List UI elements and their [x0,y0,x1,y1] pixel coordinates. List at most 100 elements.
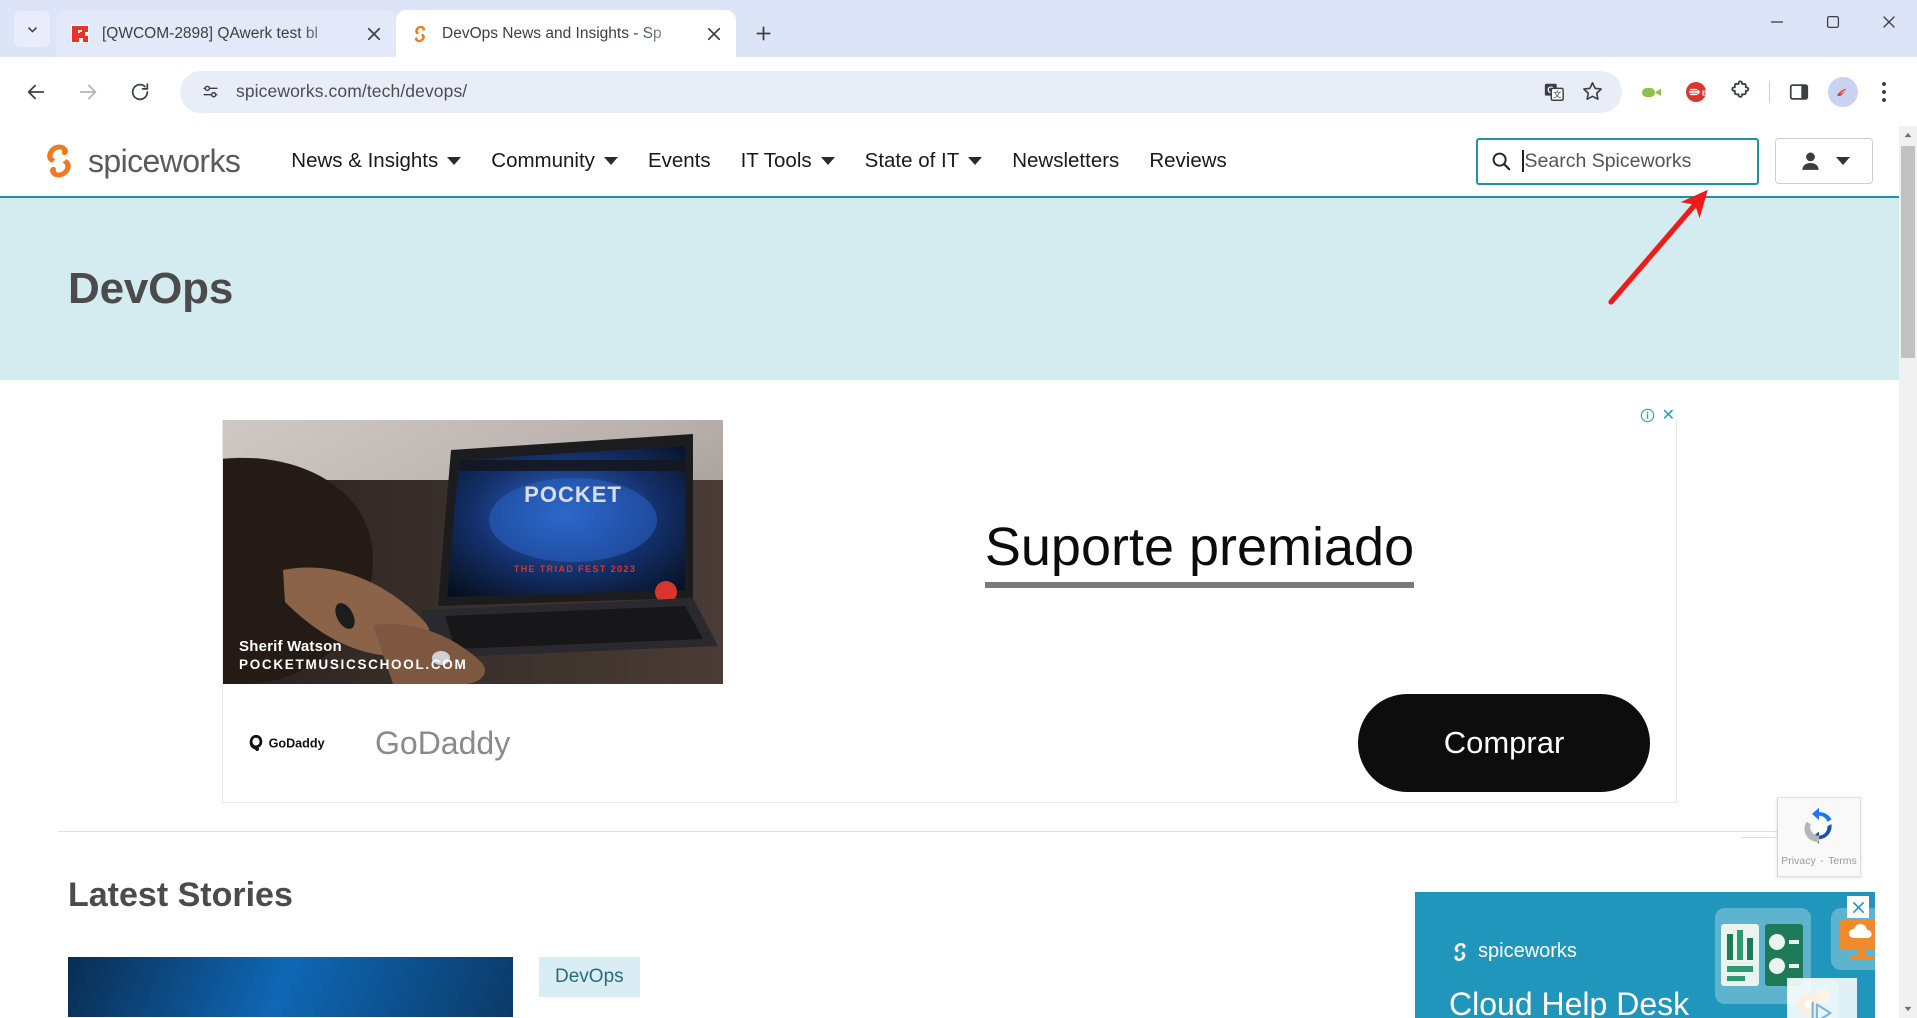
svg-text:POCKET: POCKET [524,482,622,507]
caret-up-icon [1904,132,1912,138]
sidebar-ad-close-button[interactable] [1847,896,1869,918]
forward-button[interactable] [66,70,110,114]
ad-credit-name: Sherif Watson [239,638,342,655]
nav-item-events[interactable]: Events [633,149,726,173]
browser-tab-1[interactable]: [QWCOM-2898] QAwerk test bl [56,10,396,57]
nav-item-newsletters[interactable]: Newsletters [997,149,1134,173]
nav-label: Newsletters [1012,149,1120,172]
ad-brand-row: GoDaddy GoDaddy [247,725,1358,762]
side-panel-icon [1789,83,1809,100]
sidebar-ad-logo: spiceworks [1449,940,1577,963]
bookmark-star-icon[interactable] [1576,76,1608,108]
side-panel-button[interactable] [1777,70,1821,114]
svg-text:GoDaddy: GoDaddy [269,737,325,751]
back-button[interactable] [14,70,58,114]
scroll-up-button[interactable] [1899,126,1917,144]
ad-body: POCKET THE TRIAD FEST 2023 Sherif Watson… [222,420,1677,803]
recaptcha-badge: Privacy - Terms [1777,797,1861,877]
new-tab-button[interactable] [746,16,780,50]
svg-text:THE TRIAD FEST 2023: THE TRIAD FEST 2023 [514,564,637,574]
nav-item-reviews[interactable]: Reviews [1134,149,1241,173]
loom-extension-button[interactable] [1630,70,1674,114]
ad-card[interactable]: ✕ POCKET THE TRIAD FEST 2023 Sherif Wats… [222,406,1677,803]
ad-top-row: POCKET THE TRIAD FEST 2023 Sherif Watson… [223,420,1676,684]
scrollbar-thumb[interactable] [1901,146,1915,358]
nav-label: IT Tools [740,149,812,172]
menu-dot [1882,81,1886,86]
sidebar-ad-play-button[interactable] [1787,978,1857,1018]
ad-image: POCKET THE TRIAD FEST 2023 Sherif Watson… [223,420,723,684]
window-minimize-button[interactable] [1749,0,1805,44]
search-input[interactable]: Search Spiceworks [1476,137,1759,185]
svg-text:文: 文 [1553,89,1561,99]
tab-strip: [QWCOM-2898] QAwerk test bl DevOps News … [0,0,1917,57]
story-thumbnail[interactable] [68,957,513,1017]
spiceworks-logo[interactable]: spiceworks [38,140,241,182]
chevron-down-icon [603,157,618,165]
ad-close-button[interactable]: ✕ [1662,407,1675,423]
ad-headline[interactable]: Suporte premiado [984,516,1415,588]
tab-search-button[interactable] [14,11,50,47]
recaptcha-leader-line [1741,837,1777,838]
page-scrollbar[interactable] [1899,126,1917,1018]
arrow-left-icon [27,84,45,99]
menu-dot [1882,89,1886,94]
adchoices-controls: ✕ [1640,407,1675,423]
chevron-down-icon [447,157,462,165]
close-icon [707,27,721,40]
nav-label: Community [491,149,595,172]
user-icon [1802,152,1819,170]
tab-close-button[interactable] [360,20,388,48]
site-header: spiceworks News & Insights Community Eve… [0,126,1899,198]
godaddy-logo-icon: GoDaddy [247,731,355,755]
ad-text-area: Suporte premiado [723,420,1676,684]
ad-info-icon[interactable] [1640,408,1655,423]
ad-bottom-row: GoDaddy GoDaddy Comprar [223,684,1676,802]
arrow-right-icon [79,84,97,99]
bitwarden-extension-button[interactable]: B [1674,70,1718,114]
window-maximize-button[interactable] [1805,0,1861,44]
close-icon [367,27,381,40]
bitwarden-icon: B [1686,81,1708,102]
nav-label: State of IT [864,149,960,172]
tab-title: [QWCOM-2898] QAwerk test bl [102,24,318,42]
avatar [1828,76,1858,107]
translate-icon[interactable]: G 文 [1538,76,1570,108]
window-close-button[interactable] [1861,0,1917,44]
reload-icon [131,82,149,100]
nav-item-state-of-it[interactable]: State of IT [850,149,998,173]
chevron-down-icon [820,157,835,165]
puzzle-piece-icon [1730,80,1749,98]
tab-title: DevOps News and Insights - Sp [442,24,662,42]
chrome-menu-button[interactable] [1865,70,1903,114]
tune-icon[interactable] [198,80,222,104]
spiceworks-logo-icon [38,140,80,182]
tab-close-button[interactable] [700,20,728,48]
chevron-down-icon [27,26,37,32]
page-hero: DevOps [0,198,1899,380]
ad-cta-button[interactable]: Comprar [1358,694,1650,792]
reload-button[interactable] [118,70,162,114]
main-navigation: News & Insights Community Events IT Tool… [276,149,1476,173]
maximize-icon [1826,15,1840,29]
nav-label: Events [647,149,711,172]
close-icon [1852,901,1864,913]
nav-item-it-tools[interactable]: IT Tools [726,149,850,173]
nav-item-community[interactable]: Community [476,149,633,173]
profile-button[interactable] [1821,70,1865,114]
recaptcha-terms-link[interactable]: Terms [1828,855,1857,867]
spiceworks-page: spiceworks News & Insights Community Eve… [0,126,1899,1018]
browser-tab-2[interactable]: DevOps News and Insights - Sp [396,10,736,57]
extensions-area: B [1630,70,1903,114]
nav-item-news-insights[interactable]: News & Insights [276,149,476,173]
address-bar[interactable]: spiceworks.com/tech/devops/ G 文 [180,70,1622,113]
recaptcha-privacy-link[interactable]: Privacy [1781,855,1815,867]
scroll-down-button[interactable] [1899,1000,1917,1018]
account-menu-button[interactable] [1775,138,1873,184]
extensions-puzzle-button[interactable] [1718,70,1762,114]
spiceworks-favicon-icon [410,24,430,44]
recaptcha-links: Privacy - Terms [1781,851,1856,869]
sidebar-ad[interactable]: spiceworks Cloud Help Desk [1415,892,1875,1018]
ad-brand-name: GoDaddy [375,724,511,761]
story-category-tag[interactable]: DevOps [539,957,640,997]
